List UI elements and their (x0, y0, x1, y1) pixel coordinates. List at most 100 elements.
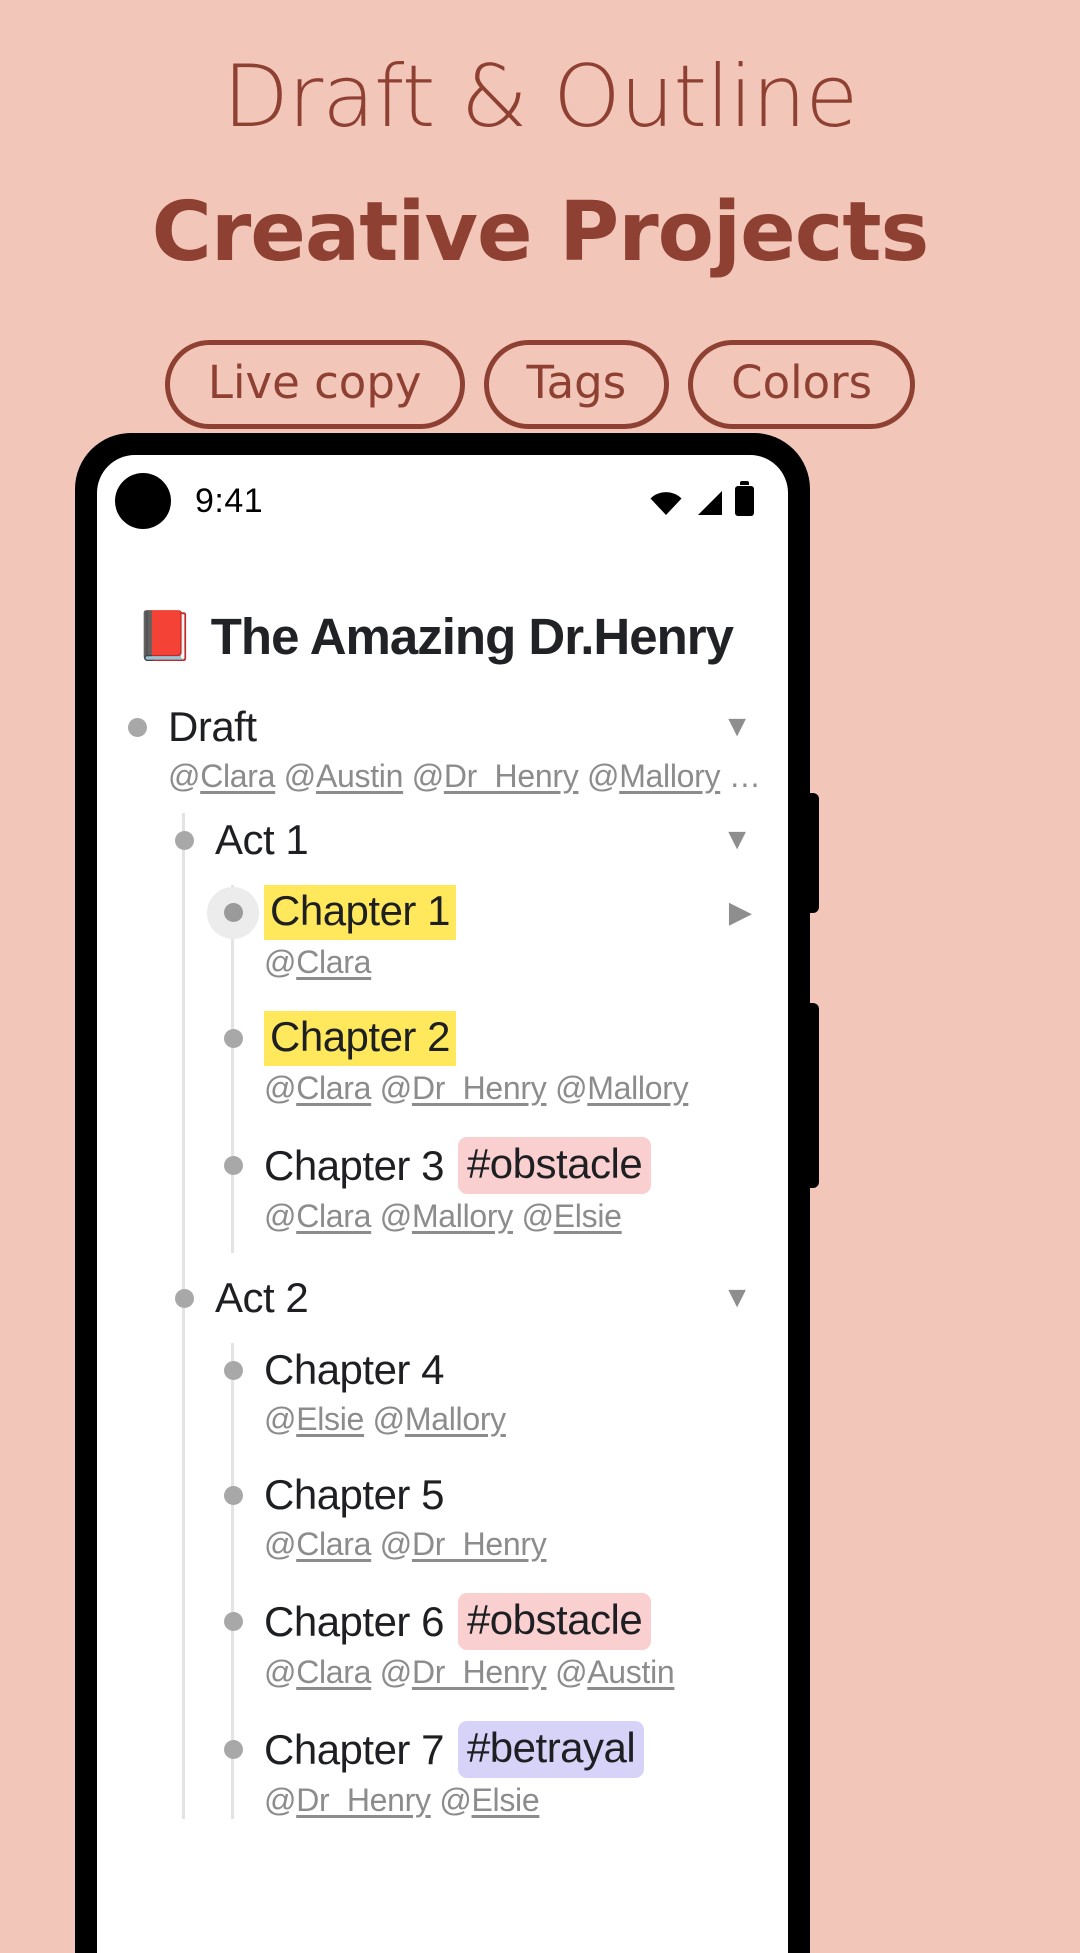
mention-list[interactable]: @Clara @Dr_Henry @Mallory (264, 1066, 788, 1107)
bullet-icon (223, 1740, 243, 1759)
outline-label: Chapter 6 (264, 1597, 444, 1645)
bullet-icon (223, 1360, 243, 1380)
outline-row[interactable]: Act 1 ▼ (97, 813, 788, 867)
mention[interactable]: Mallory (405, 1401, 506, 1437)
mention[interactable]: Clara (296, 1654, 371, 1690)
chevron-down-icon[interactable]: ▼ (722, 712, 752, 742)
outline-tree: Draft ▼ @Clara @Austin @Dr_Henry @Mallor… (97, 666, 788, 1819)
outline-node-chapter4[interactable]: Chapter 4 @Elsie @Mallory (97, 1343, 788, 1438)
mention-list[interactable]: @Clara @Austin @Dr_Henry @Mallory … (168, 754, 788, 795)
chevron-down-icon[interactable]: ▼ (722, 1283, 752, 1313)
outline-label: Draft (168, 703, 257, 750)
bullet-icon (223, 903, 243, 922)
chevron-down-icon[interactable]: ▼ (722, 825, 752, 855)
mention[interactable]: Clara (296, 944, 371, 980)
pill-tags[interactable]: Tags (483, 340, 670, 430)
tag-chip[interactable]: #obstacle (457, 1593, 652, 1650)
mention[interactable]: Dr_Henry (444, 758, 579, 794)
mention-list[interactable]: @Clara (264, 940, 788, 981)
outline-node-chapter1[interactable]: Chapter 1 ▶ @Clara (97, 885, 788, 981)
outline-node-chapter2[interactable]: Chapter 2 @Clara @Dr_Henry @Mallory (97, 1011, 788, 1107)
mention[interactable]: Mallory (412, 1198, 513, 1234)
bullet-wrap[interactable] (153, 1288, 215, 1308)
outline-node-chapter5[interactable]: Chapter 5 @Clara @Dr_Henry (97, 1468, 788, 1563)
mention[interactable]: Austin (587, 1654, 674, 1690)
mention[interactable]: Mallory (619, 758, 720, 794)
mention[interactable]: Clara (296, 1198, 371, 1234)
mention[interactable]: Austin (316, 758, 403, 794)
outline-row[interactable]: Chapter 4 (97, 1343, 788, 1397)
battery-icon (735, 481, 754, 516)
tag-chip[interactable]: #obstacle (457, 1137, 652, 1194)
mention-list[interactable]: @Clara @Dr_Henry @Austin (264, 1650, 788, 1691)
outline-node-draft[interactable]: Draft ▼ @Clara @Austin @Dr_Henry @Mallor… (97, 700, 788, 795)
outline-node-chapter6[interactable]: Chapter 6 #obstacle @Clara @Dr_Henry @Au… (97, 1593, 788, 1691)
mention[interactable]: Elsie (554, 1198, 622, 1234)
bullet-wrap[interactable] (153, 830, 215, 850)
chevron-right-icon[interactable]: ▶ (729, 897, 752, 928)
cellular-signal-icon (698, 491, 722, 515)
outline-node-act1[interactable]: Act 1 ▼ (97, 813, 788, 867)
outline-row[interactable]: Chapter 5 (97, 1468, 788, 1522)
outline-row[interactable]: Chapter 1 ▶ (97, 885, 788, 940)
outline-row[interactable]: Chapter 2 (97, 1011, 788, 1066)
phone-power-button[interactable] (808, 1003, 819, 1188)
outline-group-act1-chapters: Chapter 1 ▶ @Clara Chapter 2 @Clara @Dr_… (97, 885, 788, 1253)
mention-list[interactable]: @Clara @Dr_Henry (264, 1522, 788, 1563)
document-header: 📕 The Amazing Dr.Henry (97, 547, 788, 666)
bullet-wrap[interactable] (202, 1612, 264, 1631)
mention[interactable]: Dr_Henry (412, 1526, 547, 1562)
bullet-wrap[interactable] (202, 1485, 264, 1505)
bullet-wrap[interactable] (202, 1740, 264, 1759)
wifi-icon (650, 492, 682, 515)
mention[interactable]: Clara (296, 1070, 371, 1106)
mention[interactable]: Dr_Henry (412, 1654, 547, 1690)
bullet-wrap-selected[interactable] (202, 886, 264, 939)
outline-row[interactable]: Act 2 ▼ (97, 1271, 788, 1325)
mention-list[interactable]: @Clara @Mallory @Elsie (264, 1194, 788, 1235)
outline-label: Chapter 7 (264, 1725, 444, 1773)
mention-list[interactable]: @Elsie @Mallory (264, 1397, 788, 1438)
mention[interactable]: Dr_Henry (296, 1782, 431, 1818)
outline-node-chapter3[interactable]: Chapter 3 #obstacle @Clara @Mallory @Els… (97, 1137, 788, 1235)
pill-colors[interactable]: Colors (688, 340, 916, 430)
mention[interactable]: Elsie (296, 1401, 364, 1437)
status-bar-clock: 9:41 (195, 481, 264, 520)
bullet-wrap[interactable] (106, 717, 168, 737)
outline-row[interactable]: Draft ▼ (97, 700, 788, 754)
bullet-icon (223, 1029, 243, 1048)
phone-volume-button[interactable] (808, 793, 819, 913)
bullet-icon (223, 1485, 243, 1505)
outline-label: Chapter 5 (264, 1471, 444, 1518)
mention[interactable]: Dr_Henry (412, 1070, 547, 1106)
mentions-overflow[interactable]: … (729, 758, 761, 794)
outline-label: Chapter 4 (264, 1346, 444, 1393)
status-bar-icons (649, 481, 754, 516)
bullet-wrap[interactable] (202, 1029, 264, 1048)
mention[interactable]: Clara (296, 1526, 371, 1562)
phone-mockup: 9:41 📕 The Amazing Dr.Henry Draft ▼ @Cla… (75, 433, 819, 1953)
page-title: The Amazing Dr.Henry (210, 608, 734, 665)
mention[interactable]: Clara (200, 758, 275, 794)
tag-chip[interactable]: #betrayal (457, 1721, 645, 1778)
outline-row[interactable]: Chapter 3 #obstacle (97, 1137, 788, 1194)
outline-node-chapter7[interactable]: Chapter 7 #betrayal @Dr_Henry @Elsie (97, 1721, 788, 1819)
bullet-icon (127, 717, 147, 737)
pill-live-copy[interactable]: Live copy (164, 340, 465, 430)
bullet-wrap[interactable] (202, 1156, 264, 1175)
outline-label: Chapter 3 (264, 1141, 444, 1189)
outline-label: Chapter 2 (264, 1011, 456, 1066)
mention-list[interactable]: @Dr_Henry @Elsie (264, 1778, 788, 1819)
outline-row[interactable]: Chapter 7 #betrayal (97, 1721, 788, 1778)
mention[interactable]: Mallory (587, 1070, 688, 1106)
phone-screen: 9:41 📕 The Amazing Dr.Henry Draft ▼ @Cla… (97, 455, 788, 1953)
mention[interactable]: Elsie (472, 1782, 540, 1818)
bullet-wrap[interactable] (202, 1360, 264, 1380)
outline-group-act1: Act 1 ▼ Chapter 1 ▶ @Clara Chapter 2 @Cl… (97, 813, 788, 1819)
outline-label: Chapter 1 (264, 885, 456, 940)
outline-label: Act 2 (215, 1274, 309, 1321)
promo-header: Draft & Outline Creative Projects Live c… (0, 0, 1080, 430)
outline-node-act2[interactable]: Act 2 ▼ (97, 1271, 788, 1325)
outline-row[interactable]: Chapter 6 #obstacle (97, 1593, 788, 1650)
status-bar: 9:41 (97, 455, 788, 547)
